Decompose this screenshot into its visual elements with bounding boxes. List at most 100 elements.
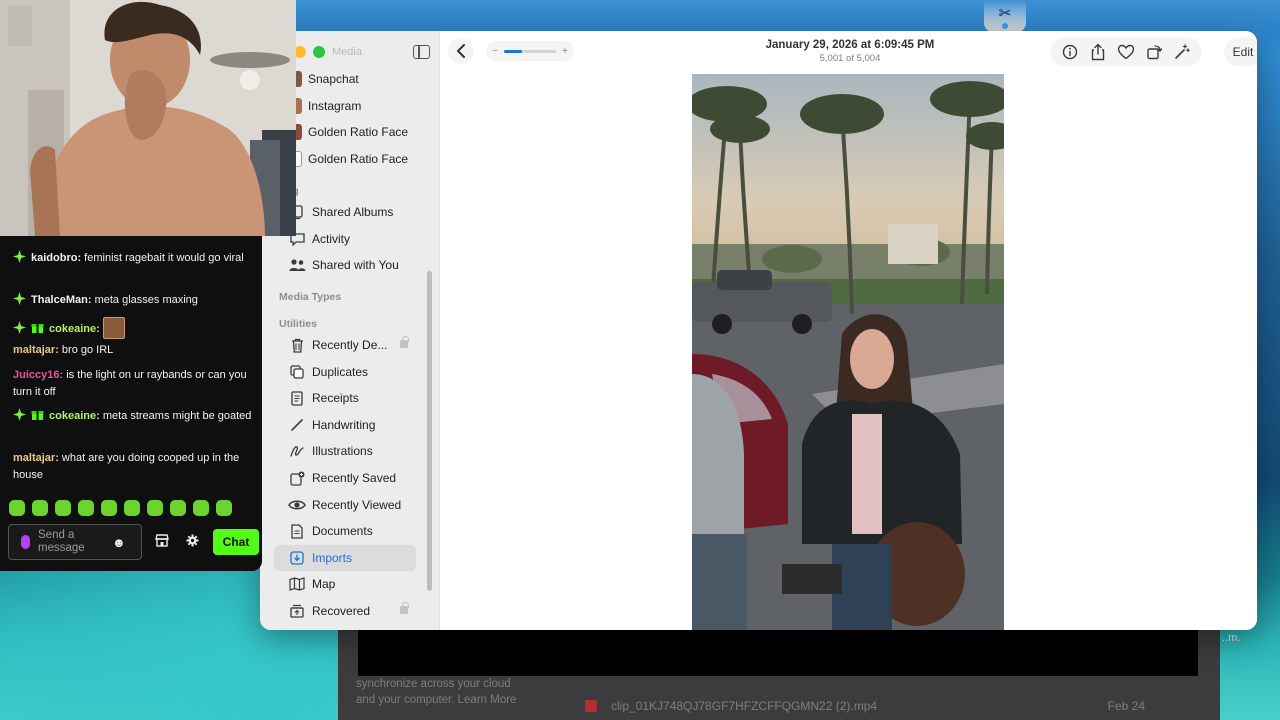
photo-date-title: January 29, 2026 at 6:09:45 PM xyxy=(765,39,935,51)
share-icon[interactable] xyxy=(1087,41,1109,63)
emote-icon[interactable] xyxy=(216,500,232,516)
zoom-out-label: − xyxy=(492,45,498,57)
chevron-left-icon xyxy=(457,44,465,58)
recently-viewed-icon xyxy=(288,496,306,514)
edit-button[interactable]: Edit xyxy=(1224,38,1257,66)
chat-message: cokeaine: xyxy=(13,317,253,339)
chat-message: ThalceMan: meta glasses maxing xyxy=(13,292,253,309)
chat-message: cokeaine: meta streams might be goated xyxy=(13,408,253,425)
sidebar-item-documents[interactable]: Documents xyxy=(274,518,416,544)
chat-text: meta streams might be goated xyxy=(102,410,252,422)
sparkle-badge-icon xyxy=(13,408,26,421)
background-file-row[interactable]: clip_01KJ748QJ78GF7HFZCFFQGMN22 (2).mp4 … xyxy=(585,699,1145,713)
chat-message: maltajar: what are you doing cooped up i… xyxy=(13,450,253,483)
chat-username[interactable]: Juiccy16: xyxy=(13,369,66,381)
sidebar-item-map[interactable]: Map xyxy=(274,571,416,597)
chat-username[interactable]: cokeaine: xyxy=(49,410,103,422)
back-button[interactable] xyxy=(448,38,474,64)
photo-toolbar: − + January 29, 2026 at 6:09:45 PM 5,001… xyxy=(440,31,1257,73)
emote-icon[interactable] xyxy=(32,500,48,516)
chat-username[interactable]: maltajar: xyxy=(13,452,62,464)
zoom-slider[interactable]: − + xyxy=(486,41,574,61)
photo-count: 5,001 of 5,004 xyxy=(819,53,881,64)
sidebar-item-label: Golden Ratio Face xyxy=(308,151,409,166)
sidebar-item-handwriting[interactable]: Handwriting xyxy=(274,412,416,438)
emote-icon[interactable] xyxy=(170,500,186,516)
sidebar-item-recently-de[interactable]: Recently De... xyxy=(274,332,416,358)
sidebar-item-label: Activity xyxy=(312,231,351,246)
chat-username[interactable]: kaidobro: xyxy=(31,252,84,264)
webcam-image xyxy=(0,0,296,236)
emote-icon[interactable] xyxy=(147,500,163,516)
emoji-icon[interactable]: ☻ xyxy=(112,535,126,550)
documents-icon xyxy=(288,522,306,540)
emote-icon[interactable] xyxy=(101,500,117,516)
sparkle-badge-icon xyxy=(13,321,26,334)
chat-message: maltajar: bro go IRL xyxy=(13,342,253,359)
sidebar-scrollbar[interactable] xyxy=(427,271,432,591)
sidebar-item-imports[interactable]: Imports xyxy=(274,544,416,571)
chat-input-placeholder: Send a message xyxy=(38,529,85,554)
receipts-icon xyxy=(288,389,306,407)
sidebar-item-label: Handwriting xyxy=(312,417,376,432)
background-corner-text: ..m. xyxy=(1222,632,1241,644)
sidebar-item-label: Shared with You xyxy=(312,258,399,273)
sidebar-item-shared-with-you[interactable]: Shared with You xyxy=(274,252,416,278)
emote-icon[interactable] xyxy=(124,500,140,516)
chat-message-input[interactable]: Send a message ☻ xyxy=(8,524,142,560)
background-side-text: synchronize across your cloud and your c… xyxy=(356,678,517,706)
sidebar-item-label: Recovered xyxy=(312,604,371,618)
section-heading-utilities: Utilities xyxy=(279,318,317,330)
chat-message: Juiccy16: is the light on ur raybands or… xyxy=(13,367,253,400)
gift-badge-icon xyxy=(31,321,44,334)
zoom-button[interactable] xyxy=(313,46,325,58)
sidebar-item-recently-saved[interactable]: Recently Saved xyxy=(274,465,416,491)
emote-bar xyxy=(9,500,249,518)
recently-saved-icon xyxy=(288,469,306,487)
sparkle-badge-icon xyxy=(13,292,26,305)
lock-icon xyxy=(400,336,409,348)
sidebar-toggle-icon[interactable] xyxy=(413,45,430,59)
sidebar-item-label: Illustrations xyxy=(312,444,373,459)
sidebar-item-recovered[interactable]: Recovered xyxy=(274,598,416,624)
chat-username[interactable]: cokeaine: xyxy=(49,323,103,335)
chat-text: meta glasses maxing xyxy=(94,294,198,306)
chat-text: feminist ragebait it would go viral xyxy=(84,252,244,264)
recovered-icon xyxy=(288,602,306,620)
emote-icon[interactable] xyxy=(78,500,94,516)
emote-icon[interactable] xyxy=(9,500,25,516)
emote-icon[interactable] xyxy=(55,500,71,516)
gift-badge-icon xyxy=(31,408,44,421)
sidebar-item-illustrations[interactable]: Illustrations xyxy=(274,438,416,464)
emote-icon[interactable] xyxy=(193,500,209,516)
store-icon[interactable] xyxy=(155,534,169,552)
microphone-icon[interactable] xyxy=(21,535,30,549)
recently-de-icon xyxy=(288,336,306,354)
sidebar-item-label: Receipts xyxy=(312,391,359,406)
info-icon[interactable] xyxy=(1059,41,1081,63)
file-name: clip_01KJ748QJ78GF7HFZCFFQGMN22 (2).mp4 xyxy=(611,699,878,713)
illustrations-icon xyxy=(288,442,306,460)
zoom-track[interactable] xyxy=(503,49,557,53)
sidebar-item-label: Golden Ratio Face xyxy=(308,125,409,140)
chat-send-button[interactable]: Chat xyxy=(213,529,259,555)
sidebar-item-receipts[interactable]: Receipts xyxy=(274,385,416,411)
favorite-heart-icon[interactable] xyxy=(1115,41,1137,63)
background-video-preview xyxy=(358,628,1198,676)
gear-icon[interactable] xyxy=(186,534,199,552)
chat-username[interactable]: ThalceMan: xyxy=(31,294,95,306)
rotate-icon[interactable] xyxy=(1143,41,1165,63)
street-photo[interactable] xyxy=(692,74,1004,630)
sidebar-item-label: Instagram xyxy=(308,98,362,113)
photos-window: Media Snapchat Instagram Golden Ratio Face… xyxy=(260,31,1257,630)
chat-text: bro go IRL xyxy=(61,344,114,356)
chat-username[interactable]: maltajar: xyxy=(13,344,62,356)
chat-emote-image xyxy=(102,317,125,339)
capcut-app-icon[interactable]: ✂ xyxy=(984,0,1026,32)
magic-wand-icon[interactable] xyxy=(1171,41,1193,63)
sidebar-item-label: Imports xyxy=(312,550,353,565)
stream-chat-panel xyxy=(0,236,262,571)
sidebar-item-duplicates[interactable]: Duplicates xyxy=(274,359,416,385)
sidebar-item-recently-viewed[interactable]: Recently Viewed xyxy=(274,492,416,518)
lock-icon xyxy=(400,602,409,614)
